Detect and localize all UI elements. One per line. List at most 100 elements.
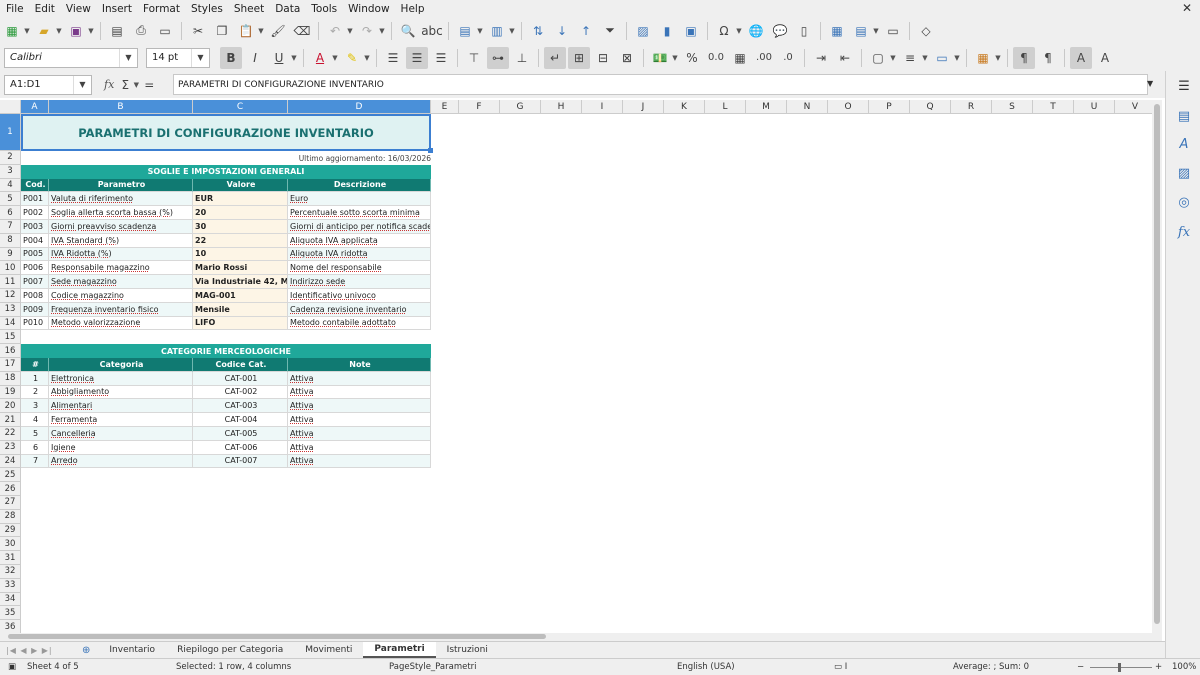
column-header-v[interactable]: V bbox=[1115, 100, 1156, 114]
menu-insert[interactable]: Insert bbox=[96, 3, 137, 15]
page-style[interactable]: PageStyle_Parametri bbox=[389, 662, 477, 672]
row-header-25[interactable]: 25 bbox=[0, 468, 21, 483]
param-description[interactable]: Giorni di anticipo per notifica scadenza bbox=[288, 220, 431, 234]
merge-cells-icon[interactable]: ⊟ bbox=[592, 47, 614, 69]
increase-indent-icon[interactable]: ⇥ bbox=[810, 47, 832, 69]
column-header-p[interactable]: P bbox=[869, 100, 910, 114]
zoom-slider-thumb[interactable] bbox=[1118, 663, 1121, 672]
category-note[interactable]: Attiva bbox=[288, 399, 431, 414]
tab-movimenti[interactable]: Movimenti bbox=[294, 642, 363, 658]
category-name[interactable]: Ferramenta bbox=[49, 413, 193, 427]
underline-icon[interactable]: U bbox=[268, 47, 290, 69]
category-note[interactable]: Attiva bbox=[288, 454, 431, 469]
table-header[interactable]: Parametro bbox=[49, 178, 193, 193]
row-header-18[interactable]: 18 bbox=[0, 371, 21, 386]
menu-styles[interactable]: Styles bbox=[185, 3, 228, 15]
styles-icon[interactable]: A bbox=[1173, 133, 1195, 155]
conditional-format-icon[interactable]: ▦ bbox=[972, 47, 994, 69]
category-name[interactable]: Arredo bbox=[49, 454, 193, 469]
row-header-27[interactable]: 27 bbox=[0, 496, 21, 510]
param-code[interactable]: P001 bbox=[21, 192, 49, 207]
category-note[interactable]: Attiva bbox=[288, 440, 431, 455]
param-value[interactable]: 10 bbox=[193, 247, 288, 262]
text-vertical-icon[interactable]: A bbox=[1094, 47, 1116, 69]
row-header-28[interactable]: 28 bbox=[0, 509, 21, 524]
param-code[interactable]: P005 bbox=[21, 247, 49, 262]
special-char-dropdown-icon[interactable]: ▼ bbox=[735, 20, 743, 42]
column-header-i[interactable]: I bbox=[582, 100, 623, 114]
row-header-4[interactable]: 4 bbox=[0, 178, 21, 193]
param-name[interactable]: Soglia allerta scorta bassa (%) bbox=[49, 206, 193, 220]
category-code[interactable]: CAT-005 bbox=[193, 427, 288, 441]
category-code[interactable]: CAT-004 bbox=[193, 413, 288, 427]
row-header-22[interactable]: 22 bbox=[0, 427, 21, 441]
row-header-29[interactable]: 29 bbox=[0, 523, 21, 538]
ltr-direction-icon[interactable]: ¶ bbox=[1013, 46, 1035, 69]
param-name[interactable]: Responsabile magazzino bbox=[49, 261, 193, 276]
param-name[interactable]: Sede magazzino bbox=[49, 275, 193, 289]
row-header-33[interactable]: 33 bbox=[0, 578, 21, 593]
bold-icon[interactable]: B bbox=[220, 46, 242, 69]
sum-icon[interactable]: Σ bbox=[118, 74, 132, 96]
param-name[interactable]: Metodo valorizzazione bbox=[49, 316, 193, 331]
table-header[interactable]: # bbox=[21, 358, 49, 372]
row-header-10[interactable]: 10 bbox=[0, 261, 21, 276]
copy-icon[interactable]: ❐ bbox=[211, 20, 233, 42]
row-header-32[interactable]: 32 bbox=[0, 565, 21, 579]
param-description[interactable]: Percentuale sotto scorta minima bbox=[288, 206, 431, 220]
param-code[interactable]: P006 bbox=[21, 261, 49, 276]
text-horizontal-icon[interactable]: A bbox=[1070, 46, 1092, 69]
column-header-q[interactable]: Q bbox=[910, 100, 951, 114]
row-header-9[interactable]: 9 bbox=[0, 247, 21, 262]
menu-edit[interactable]: Edit bbox=[29, 3, 60, 15]
column-header-m[interactable]: M bbox=[746, 100, 787, 114]
print-preview-icon[interactable]: ▭ bbox=[154, 20, 176, 42]
row-header-14[interactable]: 14 bbox=[0, 316, 21, 331]
undo-dropdown-icon[interactable]: ▼ bbox=[346, 20, 354, 42]
param-value[interactable]: LIFO bbox=[193, 316, 288, 331]
chevron-down-icon[interactable]: ▼ bbox=[119, 48, 137, 67]
param-description[interactable]: Nome del responsabile bbox=[288, 261, 431, 276]
column-header-f[interactable]: F bbox=[459, 100, 500, 114]
date-format-icon[interactable]: ▦ bbox=[729, 47, 751, 69]
save-icon[interactable]: ▣ bbox=[65, 20, 87, 42]
row-header-5[interactable]: 5 bbox=[0, 192, 21, 207]
column-header-n[interactable]: N bbox=[787, 100, 828, 114]
column-dropdown-icon[interactable]: ▼ bbox=[508, 20, 516, 42]
row-header-17[interactable]: 17 bbox=[0, 358, 21, 372]
category-code[interactable]: CAT-007 bbox=[193, 454, 288, 469]
highlight-dropdown-icon[interactable]: ▼ bbox=[363, 47, 371, 69]
number-format-icon[interactable]: 0.0 bbox=[705, 47, 727, 69]
rtl-direction-icon[interactable]: ¶ bbox=[1037, 47, 1059, 69]
menu-sheet[interactable]: Sheet bbox=[228, 3, 269, 15]
row-header-31[interactable]: 31 bbox=[0, 551, 21, 565]
menu-tools[interactable]: Tools bbox=[305, 3, 342, 15]
scroll-thumb[interactable] bbox=[1154, 104, 1160, 624]
row-header-26[interactable]: 26 bbox=[0, 482, 21, 496]
chevron-down-icon[interactable]: ▼ bbox=[73, 75, 91, 94]
define-print-area-icon[interactable]: ▦ bbox=[826, 20, 848, 42]
insert-image-icon[interactable]: ▨ bbox=[632, 20, 654, 42]
align-left-icon[interactable]: ☰ bbox=[382, 47, 404, 69]
highlight-color-icon[interactable]: ✎ bbox=[341, 47, 363, 69]
sheet-nav-buttons[interactable]: |◀ ◀ ▶ ▶| bbox=[6, 646, 72, 655]
row-header-16[interactable]: 16 bbox=[0, 344, 21, 358]
row-header-34[interactable]: 34 bbox=[0, 592, 21, 607]
align-bottom-icon[interactable]: ⊥ bbox=[511, 47, 533, 69]
functions-icon[interactable]: fx bbox=[1173, 221, 1195, 243]
redo-dropdown-icon[interactable]: ▼ bbox=[378, 20, 386, 42]
clone-formatting-icon[interactable]: 🖌 bbox=[267, 20, 289, 42]
param-description[interactable]: Aliquota IVA applicata bbox=[288, 233, 431, 248]
param-description[interactable]: Indirizzo sede bbox=[288, 275, 431, 289]
menu-data[interactable]: Data bbox=[269, 3, 305, 15]
column-header-r[interactable]: R bbox=[951, 100, 992, 114]
insert-chart-icon[interactable]: ▮ bbox=[656, 20, 678, 42]
column-header-d[interactable]: D bbox=[288, 100, 431, 114]
category-code[interactable]: CAT-003 bbox=[193, 399, 288, 414]
select-all-corner[interactable] bbox=[0, 100, 21, 114]
row-header-6[interactable]: 6 bbox=[0, 206, 21, 220]
row-header-19[interactable]: 19 bbox=[0, 385, 21, 400]
underline-dropdown-icon[interactable]: ▼ bbox=[290, 47, 298, 69]
param-name[interactable]: Codice magazzino bbox=[49, 289, 193, 303]
param-code[interactable]: P007 bbox=[21, 275, 49, 289]
